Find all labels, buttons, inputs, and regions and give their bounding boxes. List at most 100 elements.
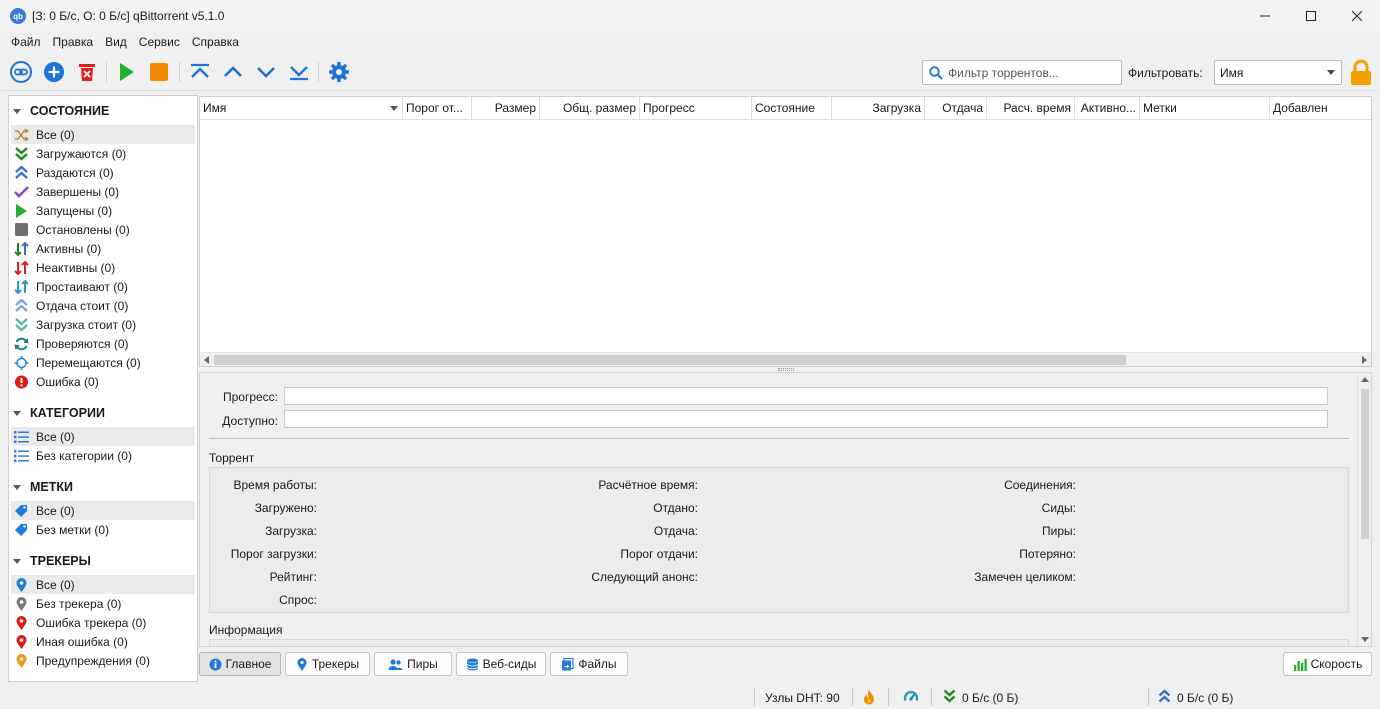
column-size[interactable]: Размер	[472, 97, 540, 120]
tab-peers[interactable]: Пиры	[374, 652, 452, 676]
downloaded-label: Загружено:	[254, 501, 317, 515]
column-tags[interactable]: Метки	[1140, 97, 1270, 120]
move-bottom-button[interactable]	[287, 60, 311, 84]
status-error[interactable]: Ошибка (0)	[11, 372, 195, 391]
column-added-on[interactable]: Добавлен	[1270, 97, 1373, 120]
tab-trackers[interactable]: Трекеры	[285, 652, 370, 676]
availability-bar	[284, 410, 1328, 428]
status-downloading[interactable]: Загружаются (0)	[11, 144, 195, 163]
column-progress[interactable]: Прогресс	[640, 97, 752, 120]
download-speed-label: Загрузка:	[265, 524, 317, 538]
category-uncategorized[interactable]: Без категории (0)	[11, 446, 195, 465]
seeds-label: Сиды:	[1041, 501, 1076, 515]
list-icon	[14, 449, 29, 462]
add-torrent-link-button[interactable]	[9, 60, 33, 84]
torrent-group-title: Торрент	[209, 451, 255, 465]
lock-ui-button[interactable]	[1348, 59, 1374, 87]
speed-button[interactable]: Скорость	[1283, 652, 1372, 676]
peers-label: Пиры:	[1042, 524, 1076, 538]
start-button[interactable]	[114, 60, 138, 84]
wasted-label: Потеряно:	[1019, 547, 1076, 561]
status-stalled-upload[interactable]: Отдача стоит (0)	[11, 296, 195, 315]
scrollbar-thumb[interactable]	[214, 355, 1126, 365]
tracker-trackerless[interactable]: Без трекера (0)	[11, 594, 195, 613]
delete-torrent-button[interactable]	[75, 60, 99, 84]
status-stalled[interactable]: Простаивают (0)	[11, 277, 195, 296]
upload-speed-status[interactable]: 0 Б/с (0 Б)	[1177, 691, 1233, 705]
link-icon	[10, 61, 32, 83]
collapse-arrow-icon	[13, 410, 21, 416]
column-download-speed[interactable]: Загрузка	[832, 97, 925, 120]
upload-limit-label: Порог отдачи:	[620, 547, 698, 561]
information-group-title: Информация	[209, 623, 283, 637]
move-up-button[interactable]	[221, 60, 245, 84]
status-completed[interactable]: Завершены (0)	[11, 182, 195, 201]
download-speed-status[interactable]: 0 Б/с (0 Б)	[962, 691, 1018, 705]
tab-web-seeds[interactable]: Веб-сиды	[456, 652, 546, 676]
filter-by-select[interactable]: Имя	[1214, 60, 1342, 85]
status-checking[interactable]: Проверяются (0)	[11, 334, 195, 353]
column-ratio-limit[interactable]: Порог от...	[403, 97, 472, 120]
crosshair-icon	[14, 355, 29, 370]
tag-all[interactable]: Все (0)	[11, 501, 195, 520]
category-all[interactable]: Все (0)	[11, 427, 195, 446]
close-button[interactable]	[1334, 0, 1380, 32]
menu-help[interactable]: Справка	[186, 35, 245, 49]
status-moving[interactable]: Перемещаются (0)	[11, 353, 195, 372]
move-down-button[interactable]	[254, 60, 278, 84]
upload-chevrons-icon	[15, 165, 28, 179]
column-status[interactable]: Состояние	[752, 97, 832, 120]
tracker-other-error[interactable]: Иная ошибка (0)	[11, 632, 195, 651]
tab-files[interactable]: Файлы	[550, 652, 628, 676]
scroll-right-icon[interactable]	[1362, 356, 1367, 364]
torrent-filter-search[interactable]	[922, 60, 1122, 85]
status-running[interactable]: Запущены (0)	[11, 201, 195, 220]
tracker-warning[interactable]: Предупреждения (0)	[11, 651, 195, 670]
torrent-filter-input[interactable]	[948, 65, 1108, 80]
scroll-up-icon[interactable]	[1361, 377, 1369, 382]
progress-bar	[284, 387, 1328, 405]
tab-general[interactable]: Главное	[199, 652, 281, 676]
torrent-list[interactable]: Имя Порог от... Размер Общ. размер Прогр…	[199, 96, 1372, 367]
tracker-all[interactable]: Все (0)	[11, 575, 195, 594]
torrent-list-horizontal-scrollbar[interactable]	[200, 352, 1371, 366]
menu-file[interactable]: Файл	[5, 35, 47, 49]
options-button[interactable]	[327, 60, 351, 84]
scroll-down-icon[interactable]	[1361, 637, 1369, 642]
status-stopped[interactable]: Остановлены (0)	[11, 220, 195, 239]
scroll-left-icon[interactable]	[204, 356, 209, 364]
tag-untagged[interactable]: Без метки (0)	[11, 520, 195, 539]
column-total-size[interactable]: Общ. размер	[540, 97, 640, 120]
status-inactive[interactable]: Неактивны (0)	[11, 258, 195, 277]
scrollbar-thumb[interactable]	[1361, 389, 1369, 539]
minimize-button[interactable]	[1242, 0, 1288, 32]
menu-tools[interactable]: Сервис	[133, 35, 186, 49]
status-seeding[interactable]: Раздаются (0)	[11, 163, 195, 182]
menu-view[interactable]: Вид	[99, 35, 133, 49]
tags-section-header[interactable]: МЕТКИ	[9, 477, 73, 497]
add-torrent-file-button[interactable]	[42, 60, 66, 84]
stop-button[interactable]	[147, 60, 171, 84]
properties-vertical-scrollbar[interactable]	[1357, 373, 1371, 646]
info-icon	[209, 658, 222, 670]
maximize-button[interactable]	[1288, 0, 1334, 32]
move-top-icon	[191, 63, 209, 78]
menu-edit[interactable]: Правка	[47, 35, 100, 49]
status-all[interactable]: Все (0)	[11, 125, 195, 144]
chevron-up-icon	[224, 66, 242, 77]
status-active[interactable]: Активны (0)	[11, 239, 195, 258]
speed-limits-gauge-icon[interactable]	[903, 689, 919, 705]
connection-status-fire-icon[interactable]	[862, 689, 876, 705]
categories-section-header[interactable]: КАТЕГОРИИ	[9, 403, 105, 423]
column-upload-speed[interactable]: Отдача	[925, 97, 987, 120]
move-top-button[interactable]	[188, 60, 212, 84]
trackers-section-header[interactable]: ТРЕКЕРЫ	[9, 551, 91, 571]
column-name[interactable]: Имя	[200, 97, 403, 120]
column-eta[interactable]: Расч. время	[987, 97, 1075, 120]
status-section-header[interactable]: СОСТОЯНИЕ	[9, 101, 109, 121]
column-time-active[interactable]: Активно...	[1075, 97, 1140, 120]
splitter-handle[interactable]	[778, 368, 794, 371]
tracker-error[interactable]: Ошибка трекера (0)	[11, 613, 195, 632]
popularity-label: Спрос:	[279, 593, 317, 607]
status-stalled-download[interactable]: Загрузка стоит (0)	[11, 315, 195, 334]
